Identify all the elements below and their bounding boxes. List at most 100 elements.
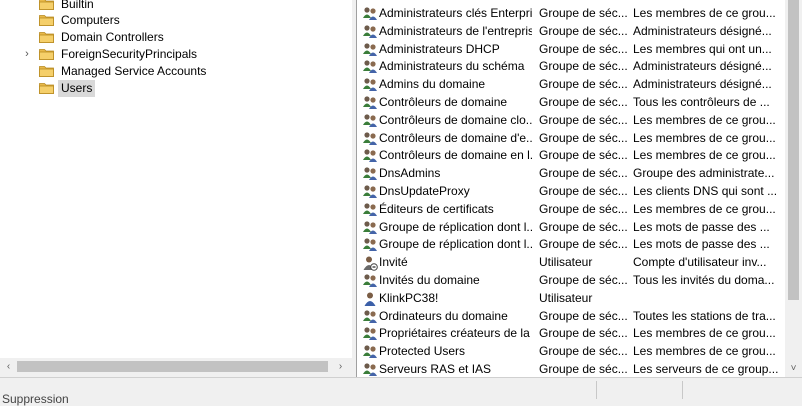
- tree-pane[interactable]: Builtin Computers Domain Controllers › Forei…: [0, 0, 352, 358]
- list-item-name: Serveurs RAS et IAS: [379, 362, 492, 376]
- status-bar: Suppression: [0, 377, 802, 406]
- list-item-description: Les clients DNS qui sont ...: [633, 184, 778, 198]
- list-item-type: Groupe de séc...: [539, 95, 627, 109]
- list-item-name: DnsAdmins: [379, 166, 441, 181]
- list-item[interactable]: Administrateurs DHCP Groupe de séc... Les …: [357, 41, 785, 59]
- list-item-type: Groupe de séc...: [539, 130, 627, 145]
- list-vertical-scrollbar[interactable]: ˅: [785, 0, 802, 377]
- list-item[interactable]: Contrôleurs de domaine d'e... Groupe de s…: [357, 130, 785, 148]
- list-item-description: Les membres de ce grou...: [633, 148, 776, 163]
- scrollbar-thumb[interactable]: [788, 0, 799, 300]
- group-icon: [362, 273, 378, 289]
- group-icon: [362, 113, 378, 129]
- tree-item[interactable]: Users: [0, 80, 352, 97]
- list-item-description: Les serveurs de ce group...: [633, 362, 779, 376]
- tree-item[interactable]: › ForeignSecurityPrincipals: [0, 46, 352, 63]
- list-item-name: Éditeurs de certificats: [379, 201, 494, 216]
- list-item-type: Groupe de séc...: [539, 166, 627, 181]
- list-item-type: Groupe de séc...: [539, 326, 627, 341]
- list-item-name: Invité: [379, 255, 408, 270]
- group-icon: [362, 77, 378, 93]
- list-item[interactable]: Admins du domaine Groupe de séc... Adminis…: [357, 76, 785, 94]
- list-item-description: Les membres de ce grou...: [633, 201, 776, 216]
- list-item-name: DnsUpdateProxy: [379, 184, 470, 198]
- scroll-left-arrow-icon[interactable]: ‹: [0, 358, 17, 375]
- list-item-name: KlinkPC38!: [379, 290, 439, 305]
- list-item-description: Les membres de ce grou...: [633, 6, 776, 20]
- list-item[interactable]: Administrateurs de l'entreprise Groupe de…: [357, 23, 785, 41]
- list-item[interactable]: Contrôleurs de domaine clo... Groupe de s…: [357, 112, 785, 130]
- list-item[interactable]: KlinkPC38! Utilisateur: [357, 290, 785, 308]
- list-item[interactable]: DnsUpdateProxy Groupe de séc... Les client…: [357, 183, 785, 201]
- list-item-type: Groupe de séc...: [539, 77, 627, 92]
- object-list-pane[interactable]: Administrateurs clés Enterprise Groupe de…: [357, 0, 785, 377]
- list-item-type: Groupe de séc...: [539, 59, 627, 74]
- expand-chevron-icon[interactable]: ›: [22, 46, 32, 63]
- list-item-description: Les membres de ce grou...: [633, 130, 776, 145]
- list-item-name: Contrôleurs de domaine d'e...: [379, 130, 532, 145]
- list-item[interactable]: Invité Utilisateur Compte d'utilisateur in…: [357, 254, 785, 272]
- tree-item-label: Managed Service Accounts: [61, 64, 207, 78]
- list-item-type: Groupe de séc...: [539, 41, 627, 56]
- list-item-type: Utilisateur: [539, 290, 593, 305]
- list-item-description: Compte d'utilisateur inv...: [633, 255, 767, 270]
- list-item[interactable]: Groupe de réplication dont l... Groupe de…: [357, 236, 785, 254]
- list-item-name: Contrôleurs de domaine en l...: [379, 148, 532, 163]
- list-item[interactable]: Ordinateurs du domaine Groupe de séc... To…: [357, 308, 785, 326]
- group-icon: [362, 24, 378, 40]
- group-icon: [362, 344, 378, 360]
- list-item-type: Groupe de séc...: [539, 112, 627, 127]
- tree-item-label: Computers: [61, 13, 120, 27]
- list-item-name: Administrateurs clés Enterprise: [379, 6, 532, 20]
- group-icon: [362, 202, 378, 218]
- list-item-type: Groupe de séc...: [539, 237, 627, 252]
- folder-icon: [39, 65, 54, 77]
- list-item[interactable]: Administrateurs du schéma Groupe de séc..…: [357, 58, 785, 76]
- disabled-user-icon: [362, 255, 378, 271]
- list-item-description: Toutes les stations de tra...: [633, 308, 776, 323]
- list-item-type: Groupe de séc...: [539, 344, 627, 359]
- folder-icon: [39, 0, 54, 10]
- list-item[interactable]: Protected Users Groupe de séc... Les membr…: [357, 343, 785, 361]
- list-item-name: Administrateurs DHCP: [379, 41, 500, 56]
- list-item[interactable]: Groupe de réplication dont l... Groupe de…: [357, 219, 785, 237]
- list-item-name: Protected Users: [379, 344, 466, 359]
- list-item[interactable]: Éditeurs de certificats Groupe de séc... L…: [357, 201, 785, 219]
- folder-icon: [39, 82, 54, 94]
- list-item[interactable]: Administrateurs clés Enterprise Groupe de…: [357, 5, 785, 23]
- list-item-description: Tous les invités du doma...: [633, 273, 775, 287]
- list-item-description: Tous les contrôleurs de ...: [633, 95, 770, 109]
- tree-item[interactable]: Managed Service Accounts: [0, 63, 352, 80]
- list-item-type: Groupe de séc...: [539, 362, 627, 376]
- tree-horizontal-scrollbar[interactable]: ‹ ›: [0, 358, 352, 375]
- user-icon: [362, 291, 378, 307]
- list-item[interactable]: DnsAdmins Groupe de séc... Groupe des admi…: [357, 165, 785, 183]
- list-item-description: Les mots de passe des ...: [633, 237, 770, 252]
- list-item-type: Groupe de séc...: [539, 148, 627, 163]
- list-item-description: Administrateurs désigné...: [633, 77, 772, 92]
- tree-item[interactable]: Computers: [0, 12, 352, 29]
- list-item-description: Les membres de ce grou...: [633, 326, 776, 341]
- scrollbar-thumb[interactable]: [17, 361, 328, 372]
- list-item-type: Groupe de séc...: [539, 308, 627, 323]
- list-item[interactable]: Propriétaires créateurs de la s... Groupe…: [357, 325, 785, 343]
- list-item[interactable]: Contrôleurs de domaine Groupe de séc... To…: [357, 94, 785, 112]
- list-item[interactable]: Contrôleurs de domaine en l... Groupe de …: [357, 147, 785, 165]
- list-item-name: Groupe de réplication dont l...: [379, 237, 532, 252]
- group-icon: [362, 237, 378, 253]
- scroll-down-arrow-icon[interactable]: ˅: [785, 360, 802, 377]
- list-item-type: Groupe de séc...: [539, 184, 627, 198]
- list-item-name: Propriétaires créateurs de la s...: [379, 326, 532, 341]
- group-icon: [362, 59, 378, 75]
- list-item-type: Groupe de séc...: [539, 6, 627, 20]
- group-icon: [362, 95, 378, 111]
- list-item[interactable]: Serveurs RAS et IAS Groupe de séc... Les s…: [357, 361, 785, 377]
- tree-item[interactable]: Domain Controllers: [0, 29, 352, 46]
- list-item[interactable]: Invités du domaine Groupe de séc... Tous l…: [357, 272, 785, 290]
- status-text: Suppression: [2, 392, 69, 406]
- list-item-type: Groupe de séc...: [539, 273, 627, 287]
- scroll-right-arrow-icon[interactable]: ›: [332, 358, 349, 375]
- group-icon: [362, 184, 378, 200]
- group-icon: [362, 309, 378, 325]
- folder-icon: [39, 14, 54, 26]
